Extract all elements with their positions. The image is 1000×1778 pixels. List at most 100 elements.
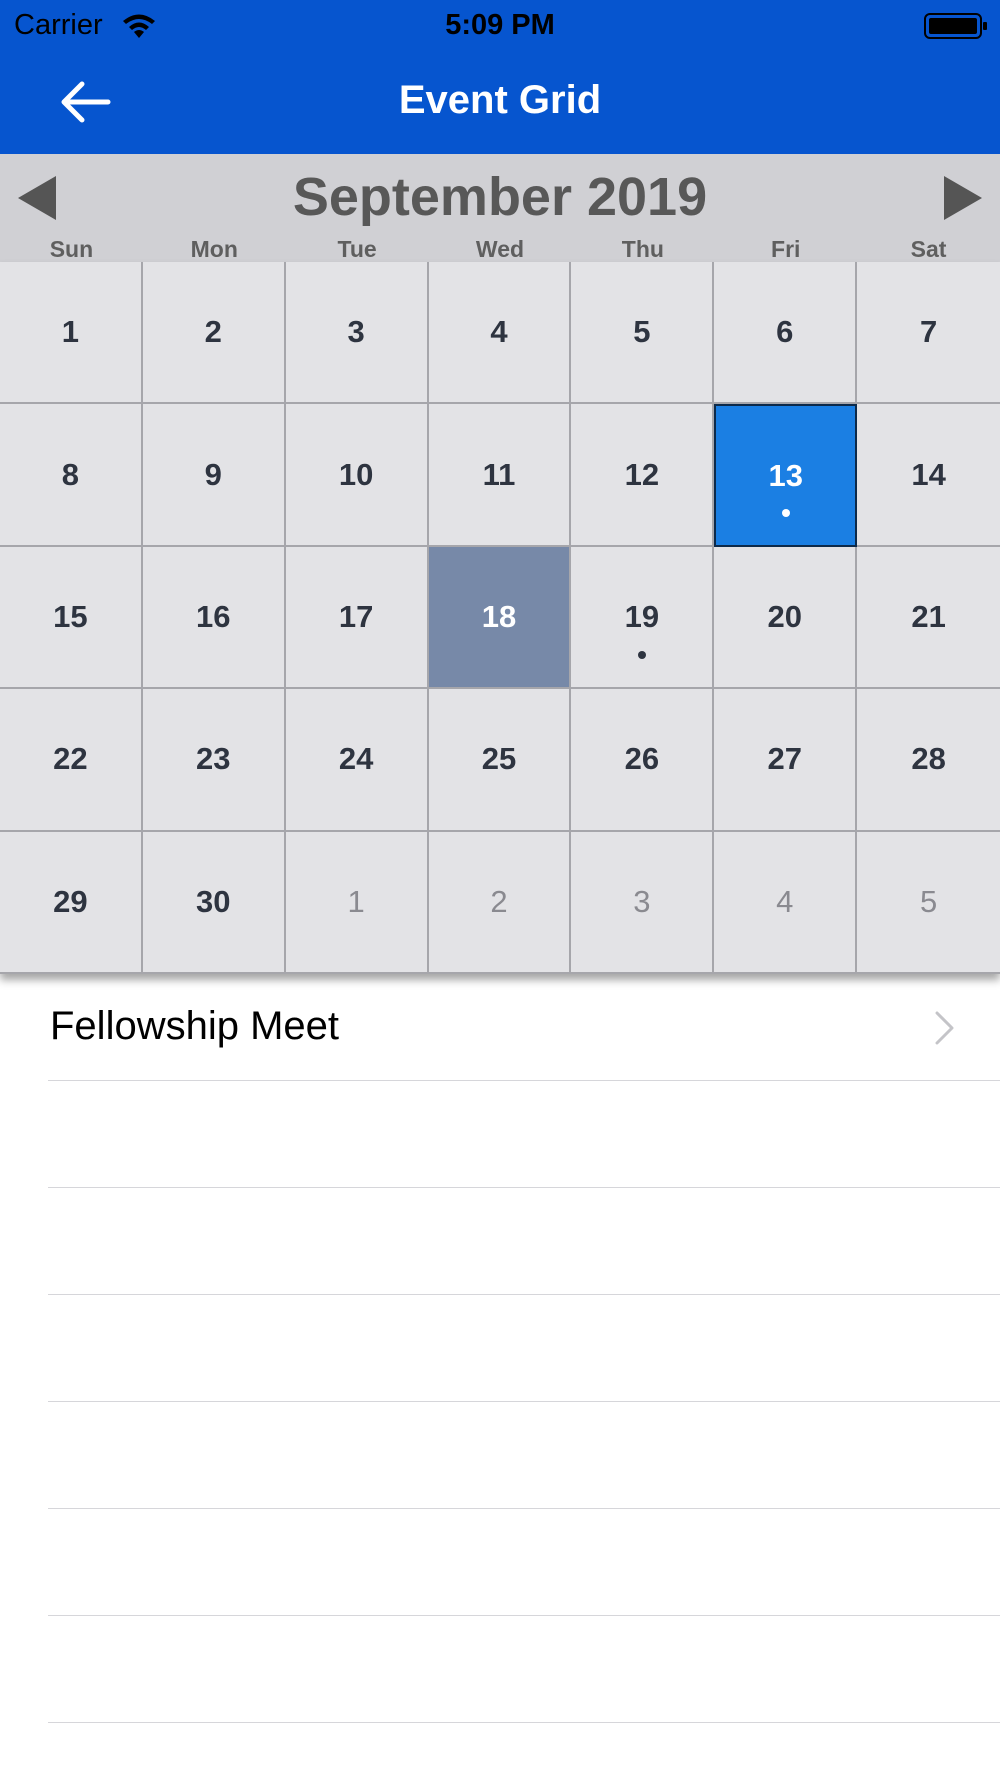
day-number: 25 [481,741,517,777]
day-cell[interactable]: 10 [285,404,429,547]
day-cell[interactable]: 29 [0,831,143,974]
weekday-label: Wed [475,236,525,262]
day-number: 21 [911,598,946,634]
day-cell[interactable]: 6 [714,262,858,405]
weekday-row: Sun Mon Tue Wed Thu Fri Sat [0,236,1000,262]
status-time: 5:09 PM [445,9,555,41]
day-cell[interactable]: 1 [0,262,143,405]
day-cell[interactable]: 19 [571,546,715,690]
day-number: 2 [204,314,222,350]
day-number: 26 [624,741,660,777]
day-number: 14 [911,456,946,492]
day-number: 5 [919,883,938,919]
day-number: 7 [919,314,938,350]
day-cell[interactable]: 15 [0,546,143,690]
day-cell[interactable]: 1 [285,831,429,974]
weekday-label: Sun [49,236,94,262]
event-list: Fellowship Meet [0,974,1000,1723]
empty-list-row [48,1295,1000,1402]
empty-list-row [48,1616,1000,1723]
day-number: 19 [624,598,660,634]
status-bar: Carrier 5:09 PM [0,0,1000,50]
weekday-label: Tue [337,236,377,262]
day-cell[interactable]: 12 [571,404,715,547]
day-number: 28 [911,741,946,777]
day-cell[interactable]: 3 [571,831,715,974]
weekday-label: Fri [771,236,801,262]
day-number: 11 [482,456,516,492]
day-cell[interactable]: 26 [571,689,715,832]
day-number: 10 [338,456,374,492]
day-number: 5 [633,314,651,350]
day-number: 30 [196,883,231,919]
day-number: 3 [633,883,651,919]
day-number: 2 [490,883,508,919]
day-cell[interactable]: 7 [857,262,1000,405]
event-dot [781,508,790,517]
empty-list-row [48,1081,1000,1188]
day-number: 18 [481,598,517,634]
day-cell[interactable]: 27 [714,689,858,832]
weekday-label: Mon [190,236,238,262]
day-cell[interactable]: 24 [285,689,429,832]
weekday-label: Thu [621,236,664,262]
day-number: 22 [53,741,88,777]
day-number: 16 [196,598,231,634]
day-number: 1 [61,314,80,350]
calendar-grid: 1 2 3 4 5 6 7 8 9 10 11 12 13 14 15 16 17 18 19 20 21 22 23 24 2… [0,262,1000,974]
top-bar: Carrier 5:09 PM Event Grid [0,0,1000,154]
event-dot [637,651,646,660]
day-cell[interactable]: 23 [142,689,286,832]
calendar-header: September 2019 Sun Mon Tue Wed Thu Fri S… [0,154,1000,262]
day-number: 9 [204,456,222,492]
battery-icon [924,13,987,39]
day-number: 1 [347,883,365,919]
day-number: 15 [53,598,88,634]
day-number: 4 [776,883,794,919]
day-cell[interactable]: 2 [142,262,286,405]
day-cell[interactable]: 4 [714,831,858,974]
day-cell-today[interactable]: 18 [428,546,572,690]
day-cell[interactable]: 30 [142,831,286,974]
chevron-right-icon [935,1011,954,1045]
day-cell[interactable]: 5 [571,262,715,405]
event-row[interactable]: Fellowship Meet [48,974,1000,1081]
day-number: 12 [624,456,660,492]
day-cell-selected[interactable]: 13 [714,404,858,547]
day-number: 4 [490,314,508,350]
day-number: 29 [53,883,88,919]
day-cell[interactable]: 11 [428,404,572,547]
empty-list-row [48,1402,1000,1509]
empty-list-row [48,1188,1000,1295]
day-cell[interactable]: 20 [714,546,858,690]
day-cell[interactable]: 4 [428,262,572,405]
empty-list-row [48,1509,1000,1616]
navigation-bar: Event Grid [0,50,1000,154]
next-month-icon[interactable] [942,174,984,222]
day-number: 8 [61,456,80,492]
day-number: 6 [776,314,794,350]
day-cell[interactable]: 9 [142,404,286,547]
day-number: 23 [196,741,231,777]
day-cell[interactable]: 17 [285,546,429,690]
weekday-label: Sat [910,236,947,262]
day-cell[interactable]: 16 [142,546,286,690]
page-title: Event Grid [398,78,602,122]
day-cell[interactable]: 22 [0,689,143,832]
day-number: 3 [347,314,365,350]
day-cell[interactable]: 25 [428,689,572,832]
day-number: 17 [338,598,374,634]
day-cell[interactable]: 2 [428,831,572,974]
day-number: 27 [767,741,802,777]
month-title: September 2019 [292,167,708,227]
event-title: Fellowship Meet [50,1004,340,1048]
day-cell[interactable]: 21 [857,546,1000,690]
day-number: 13 [768,457,803,493]
day-number: 24 [338,741,374,777]
day-cell[interactable]: 3 [285,262,429,405]
day-cell[interactable]: 5 [857,831,1000,974]
day-number: 20 [767,598,802,634]
day-cell[interactable]: 14 [857,404,1000,547]
day-cell[interactable]: 28 [857,689,1000,832]
day-cell[interactable]: 8 [0,404,143,547]
